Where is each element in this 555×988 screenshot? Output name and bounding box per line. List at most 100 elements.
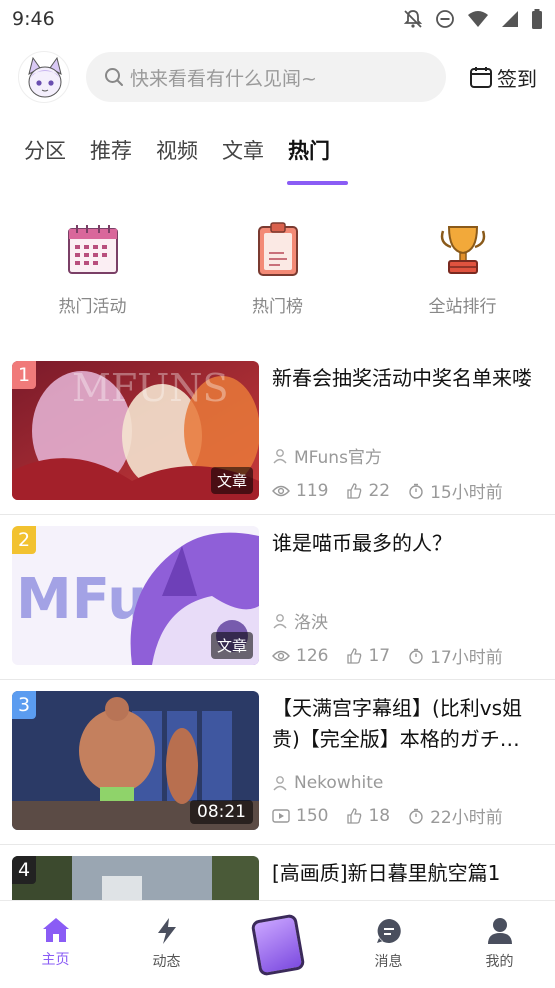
post-time: 17小时前	[430, 648, 503, 668]
user-icon	[487, 918, 512, 944]
clipboard-icon	[247, 218, 309, 280]
thumb-up-icon	[347, 647, 362, 664]
feed-thumbnail[interactable]: MFUNS 1 文章	[12, 361, 259, 500]
signal-icon	[502, 11, 518, 27]
search-input[interactable]: 快来看看有什么见闻~	[86, 52, 446, 102]
eye-icon	[272, 485, 290, 496]
author-name: Nekowhite	[294, 773, 384, 793]
nav-home[interactable]: 主页	[0, 901, 111, 988]
do-not-disturb-icon	[436, 10, 454, 28]
status-time: 9:46	[12, 8, 55, 30]
tab-recommend[interactable]: 推荐	[90, 128, 132, 172]
active-tab-indicator	[287, 181, 348, 185]
play-icon	[272, 808, 290, 823]
battery-icon	[532, 9, 542, 29]
thumb-up-icon	[347, 807, 362, 824]
category-tabs: 分区 推荐 视频 文章 热门	[0, 128, 555, 186]
likes-stat: 22	[346, 481, 390, 501]
feed-item[interactable]: MFUNS 1 文章 新春会抽奖活动中奖名单来喽 MFuns官方 119 22	[0, 350, 555, 515]
likes-count: 18	[368, 805, 391, 826]
nav-label: 我的	[485, 954, 514, 970]
trophy-icon	[432, 218, 494, 280]
tab-hot[interactable]: 热门	[288, 128, 330, 172]
plays-stat: 150	[272, 806, 328, 826]
likes-stat: 17	[346, 646, 390, 666]
rank-badge: 2	[12, 526, 36, 554]
svg-text:MFUNS: MFUNS	[72, 366, 229, 410]
timer-icon	[409, 808, 423, 824]
timer-icon	[409, 483, 423, 499]
wifi-icon	[468, 11, 488, 27]
tab-partition[interactable]: 分区	[24, 128, 66, 172]
avatar-mascot-icon	[28, 56, 62, 98]
tab-article[interactable]: 文章	[222, 128, 264, 172]
quick-entry-site-ranking[interactable]: 全站排行	[370, 218, 555, 328]
feed-stats: 150 18 22小时前	[272, 803, 544, 828]
video-duration: 08:21	[190, 800, 253, 824]
user-icon	[273, 613, 287, 628]
post-time: 22小时前	[430, 808, 503, 828]
calendar-checkin-icon	[470, 67, 492, 88]
time-stat: 17小时前	[408, 643, 503, 668]
post-time: 15小时前	[430, 483, 503, 503]
feed-title[interactable]: 谁是喵币最多的人？	[272, 528, 544, 590]
author-name: 洛泱	[294, 613, 328, 633]
feed-author[interactable]: Nekowhite	[272, 773, 544, 793]
quick-entry-hot-events[interactable]: 热门活动	[0, 218, 185, 328]
nav-center[interactable]	[222, 901, 333, 988]
lightning-icon	[157, 918, 176, 944]
avatar[interactable]	[18, 51, 70, 103]
svg-text:MFu: MFu	[16, 567, 147, 632]
checkin-label: 签到	[497, 66, 537, 91]
quick-entries: 热门活动 热门榜 全站排行	[0, 218, 555, 328]
nav-profile[interactable]: 我的	[444, 901, 555, 988]
likes-count: 17	[368, 645, 391, 666]
feed-info: 新春会抽奖活动中奖名单来喽 MFuns官方 119 22 15小时前	[272, 363, 544, 503]
thumb-up-icon	[347, 482, 362, 499]
views-count: 126	[296, 645, 329, 666]
bottom-nav: 主页 动态 消息 我的	[0, 900, 555, 988]
feed-author[interactable]: MFuns官方	[272, 443, 544, 468]
views-stat: 119	[272, 481, 328, 501]
views-count: 119	[296, 480, 329, 501]
chat-icon	[376, 919, 401, 943]
eye-icon	[272, 650, 290, 661]
notifications-off-icon	[403, 10, 423, 28]
status-bar: 9:46	[0, 0, 555, 38]
rank-badge: 4	[12, 856, 36, 884]
time-stat: 22小时前	[408, 803, 503, 828]
nav-messages[interactable]: 消息	[333, 901, 444, 988]
search-placeholder: 快来看看有什么见闻~	[130, 67, 317, 90]
feed-thumbnail[interactable]: 3 08:21	[12, 691, 259, 830]
feed-title[interactable]: 【天满宫字幕组】(比利vs姐贵)【完全版】本格的ガチ…	[272, 693, 544, 755]
feed-author[interactable]: 洛泱	[272, 608, 544, 633]
calendar-icon	[62, 218, 124, 280]
user-icon	[273, 776, 287, 791]
nav-feed[interactable]: 动态	[111, 901, 222, 988]
author-name: MFuns官方	[294, 448, 382, 468]
feed-thumbnail[interactable]: MFu 2 文章	[12, 526, 259, 665]
nav-label: 消息	[374, 954, 403, 970]
feed-item[interactable]: 4 [高画质]新日暮里航空篇1	[0, 845, 555, 916]
content-type-tag: 文章	[210, 632, 253, 659]
nav-label: 动态	[152, 954, 181, 970]
header: 快来看看有什么见闻~ 签到	[0, 46, 555, 108]
center-mascot-icon	[249, 912, 306, 977]
timer-icon	[409, 648, 423, 664]
user-icon	[273, 448, 287, 463]
feed-item[interactable]: MFu 2 文章 谁是喵币最多的人？ 洛泱 126 17 17小时前	[0, 515, 555, 680]
checkin-button[interactable]: 签到	[469, 63, 537, 92]
feed-stats: 119 22 15小时前	[272, 478, 544, 503]
tab-video[interactable]: 视频	[156, 128, 198, 172]
home-icon	[42, 918, 69, 942]
content-type-tag: 文章	[210, 467, 253, 494]
time-stat: 15小时前	[408, 478, 503, 503]
feed-item[interactable]: 3 08:21 【天满宫字幕组】(比利vs姐贵)【完全版】本格的ガチ… Neko…	[0, 680, 555, 845]
hot-feed-list: MFUNS 1 文章 新春会抽奖活动中奖名单来喽 MFuns官方 119 22	[0, 350, 555, 916]
feed-info: 谁是喵币最多的人？ 洛泱 126 17 17小时前	[272, 528, 544, 668]
views-stat: 126	[272, 646, 328, 666]
feed-info: 【天满宫字幕组】(比利vs姐贵)【完全版】本格的ガチ… Nekowhite 15…	[272, 693, 544, 828]
quick-entry-hot-list[interactable]: 热门榜	[185, 218, 370, 328]
rank-badge: 3	[12, 691, 36, 719]
feed-title[interactable]: 新春会抽奖活动中奖名单来喽	[272, 363, 544, 425]
